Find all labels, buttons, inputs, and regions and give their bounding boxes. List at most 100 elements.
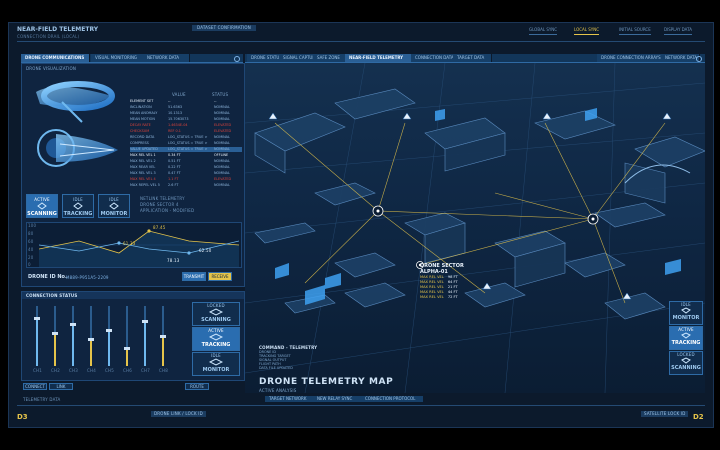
map-scanning-button[interactable]: LOCKED SCANNING [669, 351, 703, 375]
parameter-row[interactable]: COMPRESS LOG_STATUS = TRUE > NOMINAL [130, 141, 242, 146]
parameter-name: RECORD DATA [130, 135, 155, 139]
map-scanning-label: SCANNING [671, 365, 701, 371]
tab-safe-zone[interactable]: SAFE ZONE [313, 54, 348, 62]
connection-slider[interactable] [88, 306, 94, 366]
map-tracking-button[interactable]: ACTIVE TRACKING [669, 326, 703, 350]
connection-slider[interactable] [124, 306, 130, 366]
slider-handle[interactable] [142, 320, 148, 323]
tab-connection-protocol[interactable]: CONNECTION PROTOCOL [361, 396, 424, 402]
scanning-icon [208, 308, 224, 316]
parameter-value: 51.6363 [168, 105, 183, 109]
tab-drone-communications[interactable]: DRONE COMMUNICATIONS [21, 54, 90, 62]
slider-handle[interactable] [160, 335, 166, 338]
slider-handle[interactable] [52, 332, 58, 335]
connection-scanning-button[interactable]: LOCKED SCANNING [192, 302, 240, 326]
menu-global-sync[interactable]: GLOBAL SYNC [529, 26, 558, 35]
slider-handle[interactable] [88, 338, 94, 341]
tab-signal-capture[interactable]: SIGNAL CAPTURE [279, 54, 318, 62]
menu-initial-source[interactable]: INITIAL SOURCE [619, 26, 651, 35]
menu-local-sync[interactable]: LOCAL SYNC [574, 26, 600, 35]
tab-network-data[interactable]: NETWORK DATA [143, 54, 190, 62]
sector-row-value: 44 FT [447, 290, 458, 294]
connection-slider[interactable] [142, 306, 148, 366]
transmit-button[interactable]: TRANSMIT [182, 272, 206, 281]
parameter-row[interactable]: MEAN MOTION 15.7063073 NOMINAL [130, 117, 242, 122]
footer-drone-link[interactable]: DRONE LINK / LOCK ID [151, 411, 206, 417]
footer-satellite-link[interactable]: SATELLITE LOCK ID [641, 411, 689, 417]
connection-slider[interactable] [70, 306, 76, 366]
slider-handle[interactable] [106, 329, 112, 332]
parameter-row[interactable]: INCLINATION 51.6363 NOMINAL [130, 105, 242, 110]
monitor-icon [109, 202, 119, 210]
tab-target-data[interactable]: TARGET DATA [453, 54, 492, 62]
scanning-button[interactable]: ACTIVE SCANNING [26, 194, 58, 218]
slider-handle[interactable] [34, 317, 40, 320]
tab-drone-status[interactable]: DRONE STATUS [247, 54, 282, 62]
connection-slider[interactable] [52, 306, 58, 366]
slider-label: CH6 [123, 368, 132, 373]
tab-map-network-data[interactable]: NETWORK DATA [661, 54, 700, 62]
connect-button[interactable]: CONNECT [23, 383, 47, 390]
connection-monitor-button[interactable]: IDLE MONITOR [192, 352, 240, 376]
drone-id-label: DRONE ID No. [28, 274, 67, 280]
parameter-row[interactable]: MEAN ANOMALY 10.1313 NOMINAL [130, 111, 242, 116]
connection-slider[interactable] [160, 306, 166, 366]
slider-handle[interactable] [70, 323, 76, 326]
parameter-row[interactable]: VALUE UPDATED LOG_STATUS = TRUE > NOMINAL [130, 147, 242, 152]
close-icon[interactable] [696, 56, 702, 62]
parameter-row[interactable]: ELEMENT SET -- -- [130, 99, 242, 104]
slider-label: CH1 [33, 368, 42, 373]
parameter-name: DECAY RATE [130, 123, 151, 127]
tab-visual-monitoring[interactable]: VISUAL MONITORING [91, 54, 144, 62]
graph-tick: 0 [28, 262, 31, 267]
tab-connection-data[interactable]: CONNECTION DATA [411, 54, 456, 62]
dashboard-screen: NEAR-FIELD TELEMETRY CONNECTION DRAIL (L… [8, 22, 714, 428]
header-divider [17, 41, 705, 42]
tab-target-network[interactable]: TARGET NETWORK [265, 396, 314, 402]
sector-row-label: MAX REL VEL [420, 290, 444, 294]
parameter-row[interactable]: DECAY RATE 1.4634E-04 ELEVATED [130, 123, 242, 128]
tab-new-relay-sync[interactable]: NEW RELAY SYNC [313, 396, 362, 402]
parameter-name: INCLINATION [130, 105, 152, 109]
parameter-name: MAX REL VEL 4 [130, 177, 156, 181]
parameter-row[interactable]: MAX REPEL VEL 5 2.6 FT NOMINAL [130, 183, 242, 188]
tab-near-field-telemetry[interactable]: NEAR-FIELD TELEMETRY [345, 54, 414, 62]
status-column-header: STATUS [212, 92, 229, 97]
close-icon[interactable] [234, 56, 240, 62]
sector-row-label: MAX REL VEL [420, 280, 444, 284]
parameter-name: MEAN ANOMALY [130, 111, 158, 115]
drone-sector-tooltip: DRONE SECTOR ALPHA-01 MAX REL VEL 98 FT MA… [420, 263, 480, 300]
parameter-row[interactable]: MAX REL VEL 4 1.1 FT ELEVATED [130, 177, 242, 182]
graph-label: 78.13 [167, 258, 180, 263]
telemetry-map[interactable]: DRONE SECTOR ALPHA-01 MAX REL VEL 98 FT MA… [245, 63, 705, 393]
parameter-status: NOMINAL [214, 111, 230, 115]
connection-scanning-label: SCANNING [201, 317, 231, 323]
drone-communications-panel: DRONE VISUALIZATION VALUE STATUS ELEMENT… [21, 63, 245, 287]
footer-right-code: D2 [693, 413, 704, 421]
parameter-row[interactable]: MAX REL VEL 2 0.51 FT NOMINAL [130, 159, 242, 164]
parameter-value: 0.51 FT [168, 159, 181, 163]
connection-tracking-button[interactable]: ACTIVE TRACKING [192, 327, 240, 351]
map-monitor-button[interactable]: IDLE MONITOR [669, 301, 703, 325]
monitor-button[interactable]: IDLE MONITOR [98, 194, 130, 218]
slider-handle[interactable] [124, 347, 130, 350]
parameter-status: NOMINAL [214, 171, 230, 175]
tracking-button[interactable]: IDLE TRACKING [62, 194, 94, 218]
command-row: DATA FILE UPDATED [259, 366, 293, 370]
route-button[interactable]: ROUTE [185, 383, 209, 390]
parameter-row[interactable]: MAX REL VEL 3 0.47 FT NOMINAL [130, 171, 242, 176]
parameter-row[interactable]: MAX REL VEL 1 0.34 FT OFFLINE [130, 153, 242, 158]
parameter-value: LOG_STATUS = TRUE > [168, 135, 208, 139]
link-button[interactable]: LINK [49, 383, 73, 390]
parameter-status: NOMINAL [214, 117, 230, 121]
receive-button[interactable]: RECEIVE [208, 272, 232, 281]
parameter-row[interactable]: RECORD DATA LOG_STATUS = TRUE > NOMINAL [130, 135, 242, 140]
slider-fill [162, 336, 164, 366]
connection-slider[interactable] [34, 306, 40, 366]
parameter-row[interactable]: CHECKSUM REF 0.1 ELEVATED [130, 129, 242, 134]
parameter-row[interactable]: MAX REAR VEL 0.22 FT NOMINAL [130, 165, 242, 170]
tab-drone-connection-arrays[interactable]: DRONE CONNECTION ARRAYS [597, 54, 666, 62]
connection-slider[interactable] [106, 306, 112, 366]
slider-label: CH7 [141, 368, 150, 373]
menu-display-data[interactable]: DISPLAY DATA [664, 26, 692, 35]
